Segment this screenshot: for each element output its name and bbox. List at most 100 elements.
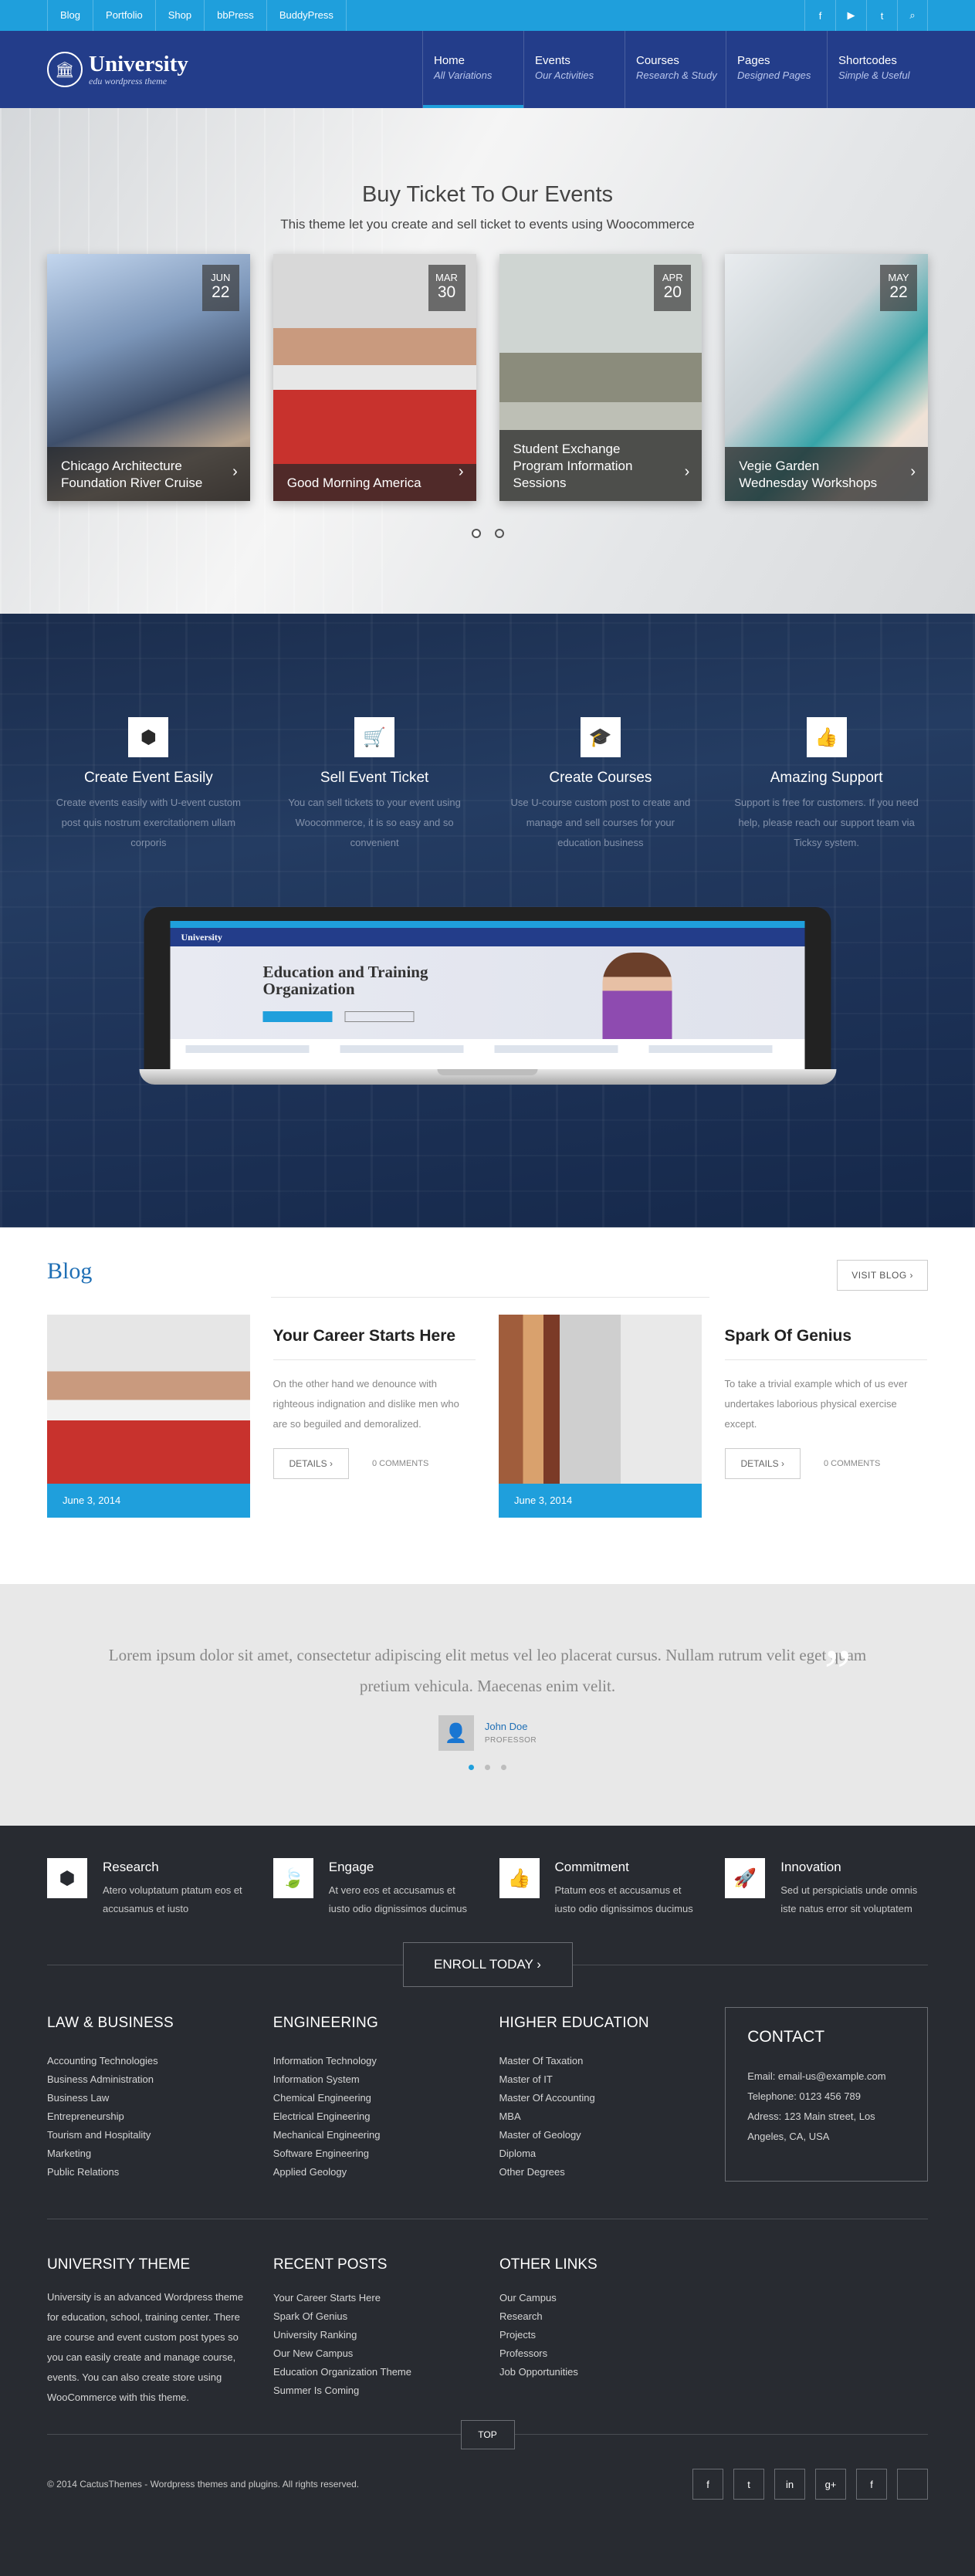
comments-count[interactable]: 0 COMMENTS [824,1459,880,1468]
carousel-dot[interactable] [471,529,481,538]
footer-link[interactable]: Applied Geology [273,2163,476,2182]
footer-link[interactable]: Tourism and Hospitality [47,2126,250,2144]
other-links-title: OTHER LINKS [499,2256,598,2273]
carousel-dot[interactable] [469,1765,474,1770]
nav-sublabel: Simple & Useful [838,69,910,81]
event-date: APR 20 [654,265,692,311]
nav-label: Pages [737,54,770,67]
blog-post: June 3, 2014 Your Career Starts Here On … [47,1315,476,1518]
chevron-right-icon[interactable]: › [685,463,690,481]
top-link-shop[interactable]: Shop [156,0,205,31]
youtube-icon[interactable]: ▶ [835,0,866,31]
footer-link[interactable]: Master of Geology [499,2126,702,2144]
recent-posts-column: RECENT POSTS Your Career Starts Here Spa… [273,2256,476,2408]
linkedin-icon[interactable]: in [774,2469,805,2500]
footer-link[interactable]: Chemical Engineering [273,2089,476,2107]
divider [724,1359,927,1360]
recent-post-link[interactable]: Summer Is Coming [273,2381,476,2400]
facebook-icon[interactable]: f [856,2469,887,2500]
other-link[interactable]: Job Opportunities [499,2363,702,2381]
chevron-right-icon[interactable]: › [232,463,238,481]
footer-link[interactable]: Business Administration [47,2070,250,2089]
chevron-right-icon[interactable]: › [910,463,916,481]
social-icon[interactable] [897,2469,928,2500]
carousel-dot[interactable] [485,1765,490,1770]
enroll-today-button[interactable]: ENROLL TODAY › [402,1942,573,1987]
chevron-right-icon[interactable]: › [459,463,464,481]
leaf-icon: 🍃 [273,1858,313,1898]
testimonial-dots [0,1765,975,1770]
contact-phone: Telephone: 0123 456 789 [747,2090,861,2102]
post-title[interactable]: Your Career Starts Here [273,1327,476,1346]
facebook-icon[interactable]: f [804,0,835,31]
footer-feature-title: Innovation [780,1860,841,1874]
facebook-icon[interactable]: f [692,2469,723,2500]
nav-pages[interactable]: Pages Designed Pages [726,31,827,108]
top-bar: Blog Portfolio Shop bbPress BuddyPress f… [0,0,975,31]
top-link-buddypress[interactable]: BuddyPress [267,0,347,31]
top-link-blog[interactable]: Blog [47,0,94,31]
twitter-icon[interactable]: t [866,0,897,31]
footer-link[interactable]: Diploma [499,2144,702,2163]
recent-post-link[interactable]: University Ranking [273,2326,476,2344]
event-card[interactable]: APR 20 Student Exchange Program Informat… [499,254,702,501]
details-button[interactable]: DETAILS › [273,1448,349,1479]
footer-link[interactable]: Marketing [47,2144,250,2163]
carousel-dot[interactable] [501,1765,506,1770]
top-link-bbpress[interactable]: bbPress [205,0,267,31]
details-button[interactable]: DETAILS › [724,1448,801,1479]
event-card[interactable]: MAY 22 Vegie Garden Wednesday Workshops … [725,254,928,501]
other-link[interactable]: Research [499,2307,702,2326]
contact-email[interactable]: Email: email-us@example.com [747,2070,885,2082]
contact-box: CONTACT Email: email-us@example.com Tele… [725,2007,928,2182]
carousel-dot[interactable] [494,529,504,538]
recent-post-link[interactable]: Our New Campus [273,2344,476,2363]
footer-link[interactable]: Public Relations [47,2163,250,2182]
footer-link[interactable]: Master Of Accounting [499,2089,702,2107]
recent-post-link[interactable]: Education Organization Theme [273,2363,476,2381]
footer-link[interactable]: Business Law [47,2089,250,2107]
search-icon[interactable]: ⌕ [897,0,928,31]
event-day: 30 [437,283,456,301]
site-logo[interactable]: 🏛 University edu wordpress theme [47,31,188,108]
cart-icon: 🛒 [354,717,395,757]
visit-blog-button[interactable]: VISIT BLOG › [837,1260,928,1291]
nav-shortcodes[interactable]: Shortcodes Simple & Useful [827,31,928,108]
comments-count[interactable]: 0 COMMENTS [372,1459,428,1468]
other-link[interactable]: Projects [499,2326,702,2344]
google-plus-icon[interactable]: g+ [815,2469,846,2500]
footer-link[interactable]: Mechanical Engineering [273,2126,476,2144]
top-link-portfolio[interactable]: Portfolio [93,0,156,31]
footer-link[interactable]: Master of IT [499,2070,702,2089]
footer-link[interactable]: MBA [499,2107,702,2126]
nav-events[interactable]: Events Our Activities [523,31,625,108]
site-header: 🏛 University edu wordpress theme Home Al… [0,31,975,108]
other-link[interactable]: Professors [499,2344,702,2363]
recent-post-link[interactable]: Spark Of Genius [273,2307,476,2326]
laptop-screen: University Education and Training Organi… [144,907,831,1069]
footer-link[interactable]: Other Degrees [499,2163,702,2182]
post-image[interactable]: June 3, 2014 [47,1315,250,1518]
top-links: Blog Portfolio Shop bbPress BuddyPress [47,0,347,31]
footer-link[interactable]: Entrepreneurship [47,2107,250,2126]
footer-link[interactable]: Electrical Engineering [273,2107,476,2126]
post-image[interactable]: June 3, 2014 [499,1315,702,1518]
back-to-top-button[interactable]: TOP [460,2420,515,2449]
footer-link[interactable]: Information System [273,2070,476,2089]
recent-post-link[interactable]: Your Career Starts Here [273,2289,476,2307]
event-card[interactable]: JUN 22 Chicago Architecture Foundation R… [47,254,250,501]
footer-link[interactable]: Master Of Taxation [499,2052,702,2070]
footer-link[interactable]: Accounting Technologies [47,2052,250,2070]
footer-link[interactable]: Software Engineering [273,2144,476,2163]
post-title[interactable]: Spark Of Genius [725,1327,928,1346]
footer-feature: ⬢ Research Atero voluptatum ptatum eos et… [47,1858,250,1918]
nav-courses[interactable]: Courses Research & Study [625,31,726,108]
post-date: June 3, 2014 [47,1484,250,1518]
nav-home[interactable]: Home All Variations [422,31,523,108]
author-name[interactable]: John Doe [485,1721,537,1732]
footer-social: f t in g+ f [692,2469,928,2500]
event-card[interactable]: MAR 30 Good Morning America › [273,254,476,501]
other-link[interactable]: Our Campus [499,2289,702,2307]
twitter-icon[interactable]: t [733,2469,764,2500]
footer-link[interactable]: Information Technology [273,2052,476,2070]
